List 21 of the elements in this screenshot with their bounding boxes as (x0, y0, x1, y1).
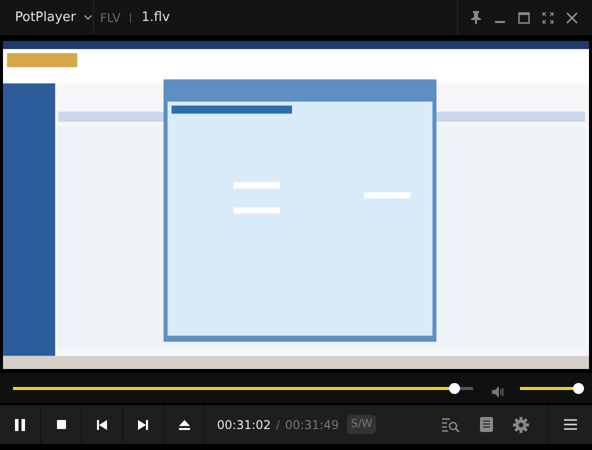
fullscreen-icon[interactable] (542, 12, 554, 24)
settings-icon[interactable] (513, 416, 529, 432)
pause-icon (15, 418, 25, 430)
eject-icon (178, 420, 190, 430)
current-time: 00:31:02 (217, 416, 271, 434)
format-label: FLV (100, 10, 120, 26)
maximize-icon[interactable] (518, 12, 530, 24)
skip-forward-icon (138, 420, 148, 430)
playlist-search-icon[interactable] (442, 418, 460, 432)
skip-back-icon (97, 420, 107, 430)
close-icon[interactable] (566, 12, 578, 24)
time-separator: / (276, 416, 280, 434)
document-icon[interactable] (480, 417, 493, 432)
stop-icon (56, 420, 66, 429)
app-menu-button[interactable]: PotPlayer (0, 0, 94, 35)
chevron-down-icon (84, 15, 92, 20)
speaker-icon[interactable] (492, 386, 506, 398)
file-name: 1.flv (141, 8, 170, 27)
total-time: 00:31:49 (284, 416, 339, 434)
menu-icon (564, 419, 576, 430)
pin-icon[interactable] (470, 11, 482, 24)
